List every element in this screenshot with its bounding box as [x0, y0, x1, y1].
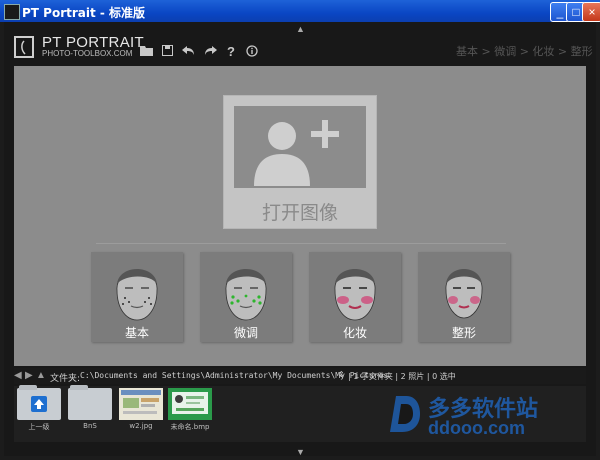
file-name: w2.jpg: [129, 422, 153, 430]
mode-reshape-label: 整形: [451, 326, 476, 340]
path-stats: | 1 子文件夹 | 2 照片 | 0 选中: [348, 372, 456, 381]
folder-open-icon[interactable]: [140, 45, 153, 59]
forward-icon[interactable]: ▶: [25, 370, 33, 381]
path-dropdown-icon[interactable]: ⇕: [338, 370, 345, 379]
redo-icon[interactable]: [204, 45, 217, 59]
back-icon[interactable]: ◀: [14, 370, 22, 381]
folder-icon: [68, 385, 112, 420]
add-person-icon: [234, 106, 366, 188]
mode-finetune-label: 微调: [233, 326, 258, 340]
info-icon[interactable]: [246, 45, 258, 60]
watermark-logo-icon: [388, 392, 422, 436]
logo-icon: [14, 36, 34, 58]
mode-reshape[interactable]: 整形: [418, 252, 510, 342]
file-name: BnS: [83, 422, 97, 430]
face-makeup-icon: [334, 269, 376, 321]
open-image-label: 打开图像: [261, 202, 338, 224]
face-reshape-icon: [445, 269, 483, 319]
close-button[interactable]: ×: [582, 2, 600, 22]
mode-finetune[interactable]: 微调: [200, 252, 292, 342]
logo-subtitle: PHOTO-TOOLBOX.COM: [42, 49, 133, 58]
image-thumbnail: [168, 388, 212, 420]
image-thumbnail: [119, 388, 163, 420]
save-icon[interactable]: [162, 45, 173, 59]
collapse-top-icon[interactable]: ▲: [296, 24, 305, 34]
watermark-url: ddooo.com: [428, 418, 525, 438]
up-folder-icon: [17, 385, 61, 420]
undo-icon[interactable]: [182, 45, 195, 59]
app-icon: [4, 4, 20, 20]
path-label: 文件夹:: [50, 374, 81, 384]
file-name: 未命名.bmp: [170, 423, 210, 431]
divider: [96, 243, 506, 244]
title-bar: PT Portrait - 标准版 _ □ ×: [0, 0, 600, 22]
mode-makeup-label: 化妆: [342, 326, 367, 340]
mode-makeup[interactable]: 化妆: [309, 252, 401, 342]
face-basic-icon: [116, 269, 158, 321]
file-name: 上一级: [28, 423, 50, 431]
mode-basic-label: 基本: [124, 326, 149, 340]
window-title: PT Portrait - 标准版: [22, 6, 146, 20]
up-arrow-icon[interactable]: ▲: [36, 370, 46, 381]
breadcrumb: 基本 > 微调 > 化妆 > 整形: [456, 45, 593, 58]
help-icon[interactable]: ?: [227, 44, 235, 59]
face-finetune-icon: [225, 269, 267, 321]
mode-basic[interactable]: 基本: [91, 252, 183, 342]
collapse-bottom-icon[interactable]: ▼: [296, 447, 305, 457]
